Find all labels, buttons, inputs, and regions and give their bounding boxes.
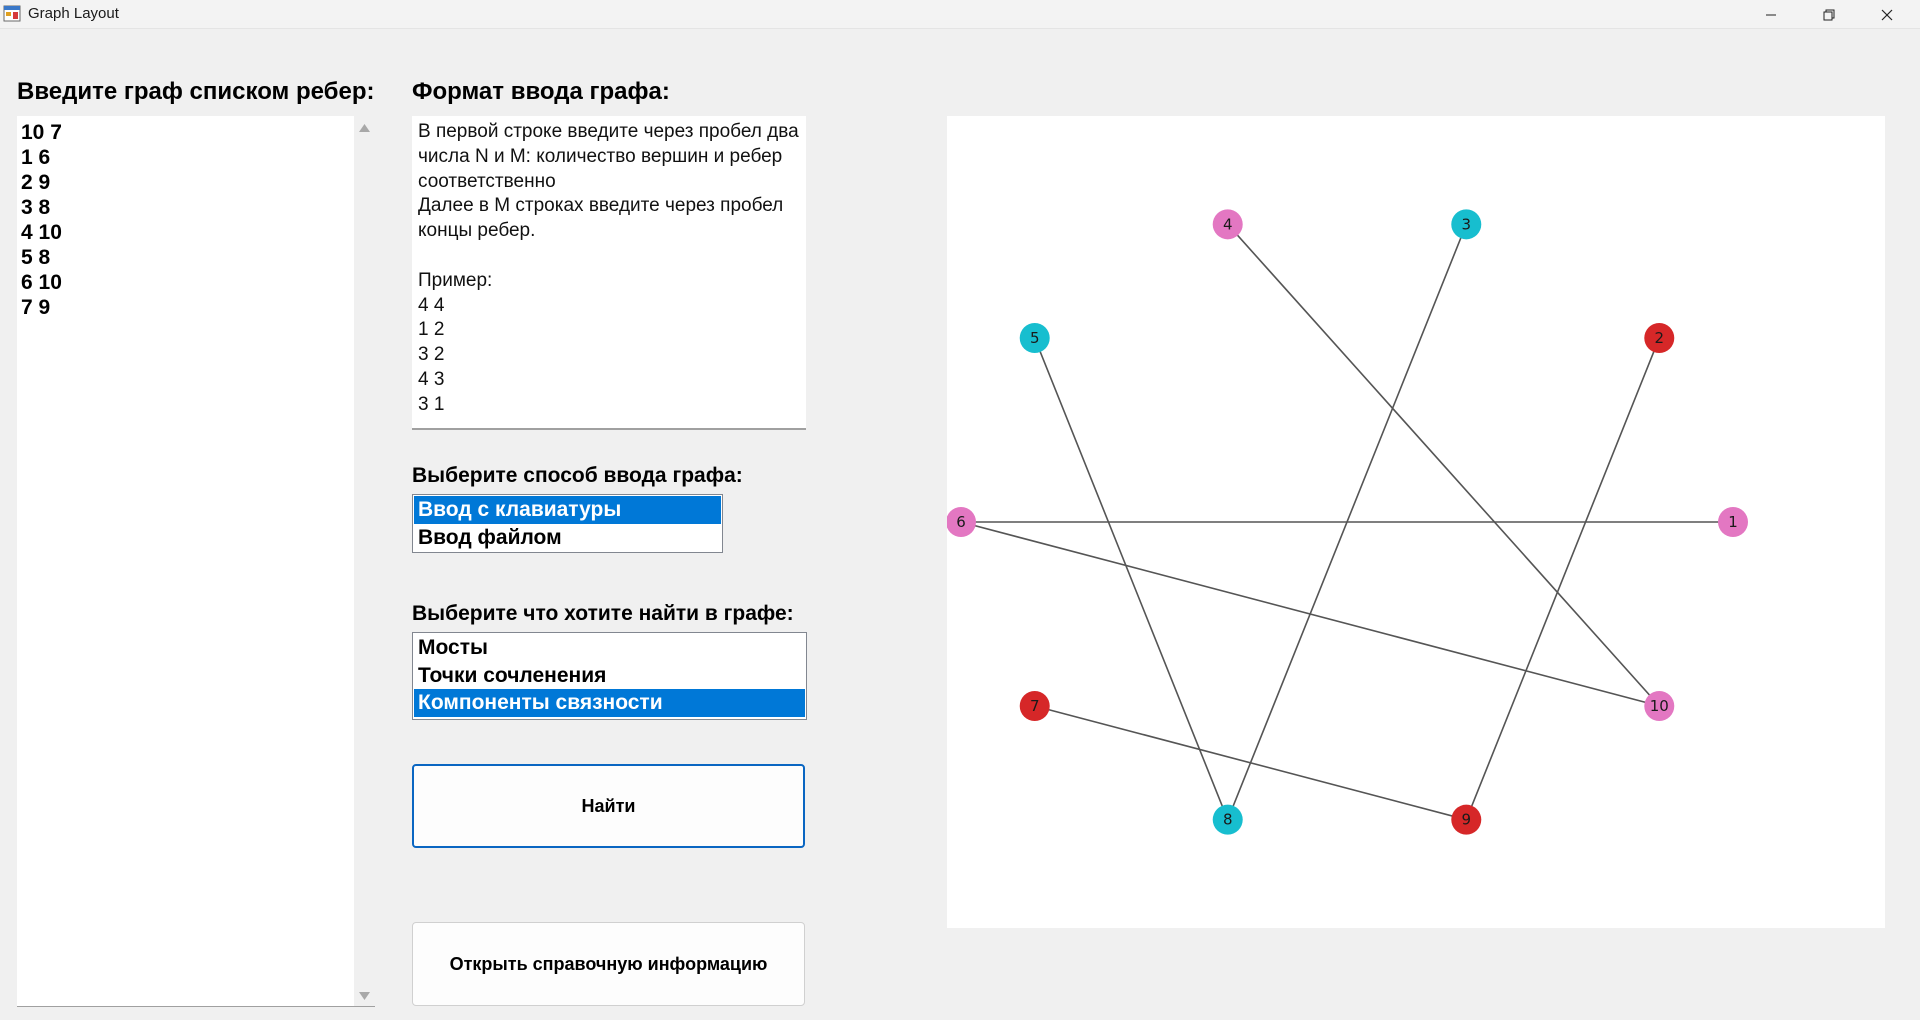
- edge-list-scrollbar[interactable]: [354, 116, 375, 1006]
- graph-edge-2-9: [1465, 337, 1661, 820]
- graph-edge-6-10: [960, 521, 1660, 707]
- open-help-button[interactable]: Открыть справочную информацию: [412, 922, 805, 1006]
- edge-list-text[interactable]: 10 7 1 6 2 9 3 8 4 10 5 8 6 10 7 9: [21, 120, 62, 320]
- app-icon: [3, 5, 21, 22]
- input-method-label: Выберите способ ввода графа:: [412, 464, 743, 487]
- graph-edges: [960, 223, 1733, 821]
- search-option-bridges[interactable]: Мосты: [414, 634, 805, 662]
- graph-node-label-10: 10: [1650, 697, 1669, 715]
- graph-node-label-9: 9: [1462, 811, 1472, 829]
- minimize-icon: [1766, 14, 1776, 15]
- close-button[interactable]: [1858, 0, 1916, 29]
- input-method-listbox[interactable]: Ввод с клавиатуры Ввод файлом: [412, 494, 723, 553]
- input-method-option-keyboard[interactable]: Ввод с клавиатуры: [414, 496, 721, 524]
- window-title: Graph Layout: [28, 5, 119, 22]
- minimize-button[interactable]: [1742, 0, 1800, 29]
- edge-input-label: Введите граф списком ребер:: [17, 78, 375, 105]
- title-bar: Graph Layout: [0, 0, 1920, 29]
- edge-list-textbox[interactable]: 10 7 1 6 2 9 3 8 4 10 5 8 6 10 7 9: [17, 116, 375, 1007]
- find-button[interactable]: Найти: [412, 764, 805, 848]
- input-method-option-file[interactable]: Ввод файлом: [414, 524, 721, 552]
- graph-edge-5-8: [1033, 337, 1229, 820]
- restore-button[interactable]: [1800, 0, 1858, 29]
- graph-canvas: 1 2 3 4 5 6 7 8 9 10: [947, 116, 1885, 928]
- status-strip: [0, 1016, 1920, 1020]
- search-target-listbox[interactable]: Мосты Точки сочленения Компоненты связно…: [412, 632, 807, 720]
- graph-edge-10-4: [1227, 223, 1660, 707]
- graph-edge-7-9: [1034, 705, 1467, 821]
- graph-node-label-3: 3: [1462, 215, 1472, 233]
- graph-svg: 1 2 3 4 5 6 7 8 9 10: [947, 209, 1748, 835]
- format-info-textbox[interactable]: В первой строке введите через пробел два…: [412, 116, 806, 430]
- search-option-components[interactable]: Компоненты связности: [414, 689, 805, 717]
- graph-node-label-6: 6: [956, 513, 966, 531]
- graph-node-label-1: 1: [1728, 513, 1738, 531]
- graph-node-label-2: 2: [1655, 329, 1665, 347]
- search-option-articulation-points[interactable]: Точки сочленения: [414, 662, 805, 690]
- graph-node-label-4: 4: [1223, 215, 1233, 233]
- restore-icon: [1823, 9, 1835, 20]
- graph-node-label-7: 7: [1030, 697, 1040, 715]
- format-info-text: В первой строке введите через пробел два…: [418, 121, 799, 415]
- close-icon: [1881, 9, 1893, 20]
- scroll-down-icon[interactable]: [359, 992, 370, 1000]
- search-target-label: Выберите что хотите найти в графе:: [412, 602, 794, 625]
- graph-node-label-5: 5: [1030, 329, 1040, 347]
- scroll-up-icon[interactable]: [359, 124, 370, 132]
- graph-node-label-8: 8: [1223, 811, 1233, 829]
- format-label: Формат ввода графа:: [412, 78, 670, 105]
